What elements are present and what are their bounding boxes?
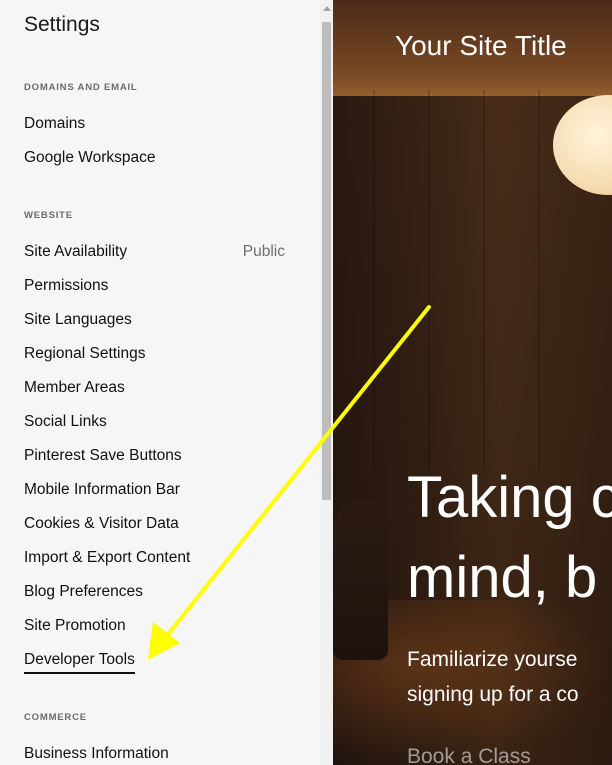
nav-item-label: Google Workspace xyxy=(24,149,156,166)
scrollbar-thumb[interactable] xyxy=(322,22,331,500)
preview-wall-stripe xyxy=(373,90,375,470)
nav-item-label: Business Information xyxy=(24,745,169,762)
preview-book-class-button[interactable]: Book a Class xyxy=(407,745,531,765)
nav-item-label: Permissions xyxy=(24,277,109,294)
nav-item-pinterest-save-buttons[interactable]: Pinterest Save Buttons xyxy=(24,446,286,466)
preview-hero-subtitle: Familiarize yourse signing up for a co xyxy=(407,642,579,712)
nav-item-developer-tools[interactable]: Developer Tools xyxy=(24,650,286,674)
nav-item-label: Social Links xyxy=(24,413,107,430)
nav-item-mobile-information-bar[interactable]: Mobile Information Bar xyxy=(24,480,286,500)
nav-item-label: Domains xyxy=(24,115,86,132)
nav-item-social-links[interactable]: Social Links xyxy=(24,412,286,432)
preview-hero-heading: Taking c mind, b xyxy=(407,458,612,618)
nav-item-label: Site Languages xyxy=(24,311,132,328)
nav-item-label: Cookies & Visitor Data xyxy=(24,515,179,532)
nav-item-site-languages[interactable]: Site Languages xyxy=(24,310,286,330)
preview-wall-stripe xyxy=(428,90,430,470)
nav-item-regional-settings[interactable]: Regional Settings xyxy=(24,344,286,364)
sidebar-scrollbar[interactable] xyxy=(320,0,333,765)
nav-item-business-information[interactable]: Business Information xyxy=(24,744,286,764)
nav-item-google-workspace[interactable]: Google Workspace xyxy=(24,148,286,168)
scroll-up-arrow-icon[interactable] xyxy=(323,6,331,11)
section-header-website: WEBSITE xyxy=(24,210,73,221)
preview-site-title[interactable]: Your Site Title xyxy=(395,30,567,62)
nav-item-site-availability[interactable]: Site Availability Public xyxy=(24,242,286,262)
nav-item-label: Blog Preferences xyxy=(24,583,143,600)
settings-sidebar: Settings DOMAINS AND EMAIL Domains Googl… xyxy=(0,0,320,765)
nav-item-blog-preferences[interactable]: Blog Preferences xyxy=(24,582,286,602)
nav-item-label: Regional Settings xyxy=(24,345,146,362)
nav-item-label: Member Areas xyxy=(24,379,125,396)
hero-heading-line: Taking c xyxy=(407,465,612,530)
site-preview[interactable]: Your Site Title Taking c mind, b Familia… xyxy=(333,0,612,765)
nav-item-domains[interactable]: Domains xyxy=(24,114,286,134)
nav-item-label: Mobile Information Bar xyxy=(24,481,180,498)
site-availability-status: Public xyxy=(242,243,285,260)
nav-item-cookies-visitor-data[interactable]: Cookies & Visitor Data xyxy=(24,514,286,534)
hero-subtitle-line: Familiarize yourse xyxy=(407,648,578,671)
nav-item-label: Developer Tools xyxy=(24,650,135,674)
preview-lamp-image xyxy=(553,95,612,195)
nav-item-label: Site Promotion xyxy=(24,617,126,634)
nav-item-permissions[interactable]: Permissions xyxy=(24,276,286,296)
settings-title: Settings xyxy=(24,13,100,36)
nav-item-label: Import & Export Content xyxy=(24,549,191,566)
nav-item-member-areas[interactable]: Member Areas xyxy=(24,378,286,398)
nav-item-label: Site Availability xyxy=(24,243,128,260)
preview-wall-stripe xyxy=(483,90,485,470)
preview-person-image xyxy=(333,500,388,660)
preview-wall-stripe xyxy=(538,90,540,470)
section-header-domains-and-email: DOMAINS AND EMAIL xyxy=(24,82,138,93)
nav-item-import-export-content[interactable]: Import & Export Content xyxy=(24,548,286,568)
hero-subtitle-line: signing up for a co xyxy=(407,683,579,706)
section-header-commerce: COMMERCE xyxy=(24,712,87,723)
hero-heading-line: mind, b xyxy=(407,545,598,610)
nav-item-site-promotion[interactable]: Site Promotion xyxy=(24,616,286,636)
nav-item-label: Pinterest Save Buttons xyxy=(24,447,182,464)
